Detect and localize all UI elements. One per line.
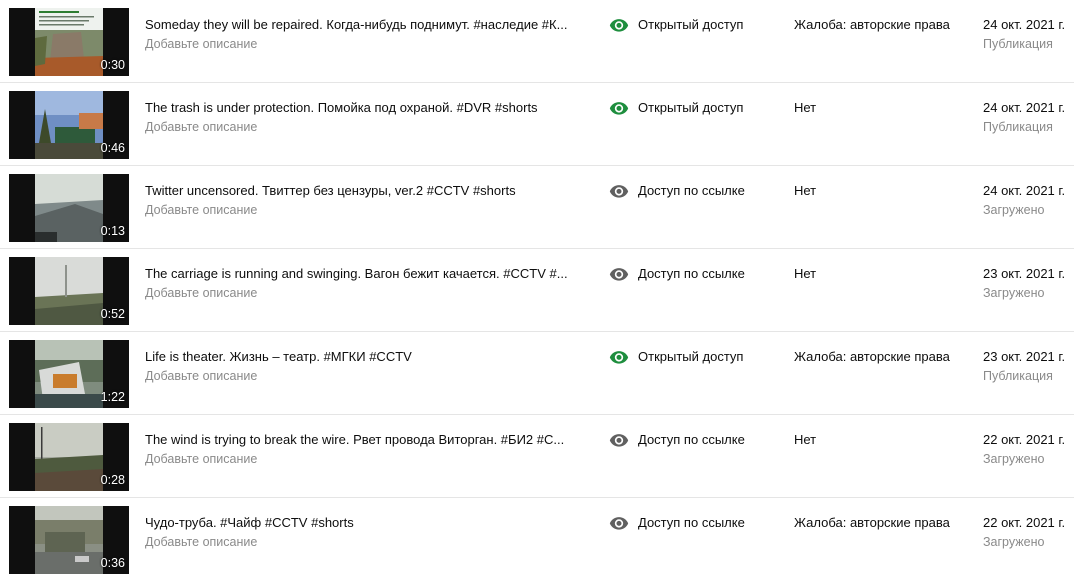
thumbnail-image <box>35 340 103 408</box>
video-description[interactable]: Добавьте описание <box>145 451 257 467</box>
video-row[interactable]: 0:30 Someday they will be repaired. Когд… <box>0 0 1074 83</box>
video-title[interactable]: The wind is trying to break the wire. Рв… <box>145 432 575 448</box>
visibility-label: Доступ по ссылке <box>638 266 745 281</box>
video-date: 24 окт. 2021 г. <box>983 100 1066 115</box>
video-status: Публикация <box>983 37 1053 51</box>
visibility-selector[interactable]: Доступ по ссылке <box>609 513 745 533</box>
visibility-label: Открытый доступ <box>638 17 744 32</box>
video-title[interactable]: The trash is under protection. Помойка п… <box>145 100 575 116</box>
eye-unlisted-icon <box>609 517 629 530</box>
visibility-label: Доступ по ссылке <box>638 515 745 530</box>
video-date: 22 окт. 2021 г. <box>983 432 1066 447</box>
restrictions-value[interactable]: Жалоба: авторские права <box>794 515 950 531</box>
video-row[interactable]: 0:46 The trash is under protection. Помо… <box>0 83 1074 166</box>
visibility-selector[interactable]: Открытый доступ <box>609 347 743 367</box>
visibility-label: Доступ по ссылке <box>638 183 745 198</box>
video-description[interactable]: Добавьте описание <box>145 534 257 550</box>
video-status: Загружено <box>983 203 1045 217</box>
visibility-selector[interactable]: Доступ по ссылке <box>609 181 745 201</box>
video-status: Загружено <box>983 286 1045 300</box>
video-duration: 0:30 <box>100 58 125 72</box>
thumbnail-image <box>35 91 103 159</box>
video-description[interactable]: Добавьте описание <box>145 285 257 301</box>
video-title[interactable]: Twitter uncensored. Твиттер без цензуры,… <box>145 183 575 199</box>
video-description[interactable]: Добавьте описание <box>145 119 257 135</box>
eye-public-icon <box>609 351 629 364</box>
eye-public-icon <box>609 19 629 32</box>
video-thumbnail[interactable]: 0:30 <box>9 8 129 76</box>
video-row[interactable]: 0:28 The wind is trying to break the wir… <box>0 415 1074 498</box>
thumbnail-image <box>35 8 103 76</box>
video-thumbnail[interactable]: 0:28 <box>9 423 129 491</box>
video-duration: 0:36 <box>100 556 125 570</box>
video-status: Публикация <box>983 369 1053 383</box>
video-date: 24 окт. 2021 г. <box>983 183 1066 198</box>
video-status: Публикация <box>983 120 1053 134</box>
video-description[interactable]: Добавьте описание <box>145 368 257 384</box>
video-row[interactable]: 0:52 The carriage is running and swingin… <box>0 249 1074 332</box>
video-status: Загружено <box>983 452 1045 466</box>
eye-public-icon <box>609 102 629 115</box>
video-description[interactable]: Добавьте описание <box>145 202 257 218</box>
eye-unlisted-icon <box>609 185 629 198</box>
visibility-selector[interactable]: Доступ по ссылке <box>609 264 745 284</box>
video-duration: 1:22 <box>100 390 125 404</box>
video-thumbnail[interactable]: 0:52 <box>9 257 129 325</box>
restrictions-value[interactable]: Нет <box>794 432 816 448</box>
video-title[interactable]: Someday they will be repaired. Когда-ниб… <box>145 17 575 33</box>
video-date: 23 окт. 2021 г. <box>983 266 1066 281</box>
video-duration: 0:46 <box>100 141 125 155</box>
video-status: Загружено <box>983 535 1045 549</box>
video-row[interactable]: 0:36 Чудо-труба. #Чайф #CCTV #shorts Доб… <box>0 498 1074 581</box>
video-title[interactable]: The carriage is running and swinging. Ва… <box>145 266 575 282</box>
video-thumbnail[interactable]: 1:22 <box>9 340 129 408</box>
visibility-selector[interactable]: Открытый доступ <box>609 15 743 35</box>
video-duration: 0:13 <box>100 224 125 238</box>
thumbnail-image <box>35 174 103 242</box>
video-thumbnail[interactable]: 0:13 <box>9 174 129 242</box>
video-date: 23 окт. 2021 г. <box>983 349 1066 364</box>
thumbnail-image <box>35 423 103 491</box>
video-date: 22 окт. 2021 г. <box>983 515 1066 530</box>
visibility-selector[interactable]: Открытый доступ <box>609 98 743 118</box>
visibility-label: Доступ по ссылке <box>638 432 745 447</box>
restrictions-value[interactable]: Жалоба: авторские права <box>794 349 950 365</box>
visibility-label: Открытый доступ <box>638 100 744 115</box>
eye-unlisted-icon <box>609 268 629 281</box>
video-row[interactable]: 1:22 Life is theater. Жизнь – театр. #МГ… <box>0 332 1074 415</box>
thumbnail-image <box>35 257 103 325</box>
video-row[interactable]: 0:13 Twitter uncensored. Твиттер без цен… <box>0 166 1074 249</box>
video-duration: 0:52 <box>100 307 125 321</box>
video-thumbnail[interactable]: 0:36 <box>9 506 129 574</box>
video-list: 0:30 Someday they will be repaired. Когд… <box>0 0 1074 581</box>
eye-unlisted-icon <box>609 434 629 447</box>
video-description[interactable]: Добавьте описание <box>145 36 257 52</box>
video-title[interactable]: Life is theater. Жизнь – театр. #МГКИ #C… <box>145 349 575 365</box>
restrictions-value[interactable]: Нет <box>794 100 816 116</box>
restrictions-value[interactable]: Нет <box>794 183 816 199</box>
thumbnail-image <box>35 506 103 574</box>
video-thumbnail[interactable]: 0:46 <box>9 91 129 159</box>
visibility-selector[interactable]: Доступ по ссылке <box>609 430 745 450</box>
video-date: 24 окт. 2021 г. <box>983 17 1066 32</box>
video-duration: 0:28 <box>100 473 125 487</box>
visibility-label: Открытый доступ <box>638 349 744 364</box>
restrictions-value[interactable]: Жалоба: авторские права <box>794 17 950 33</box>
video-title[interactable]: Чудо-труба. #Чайф #CCTV #shorts <box>145 515 575 531</box>
restrictions-value[interactable]: Нет <box>794 266 816 282</box>
